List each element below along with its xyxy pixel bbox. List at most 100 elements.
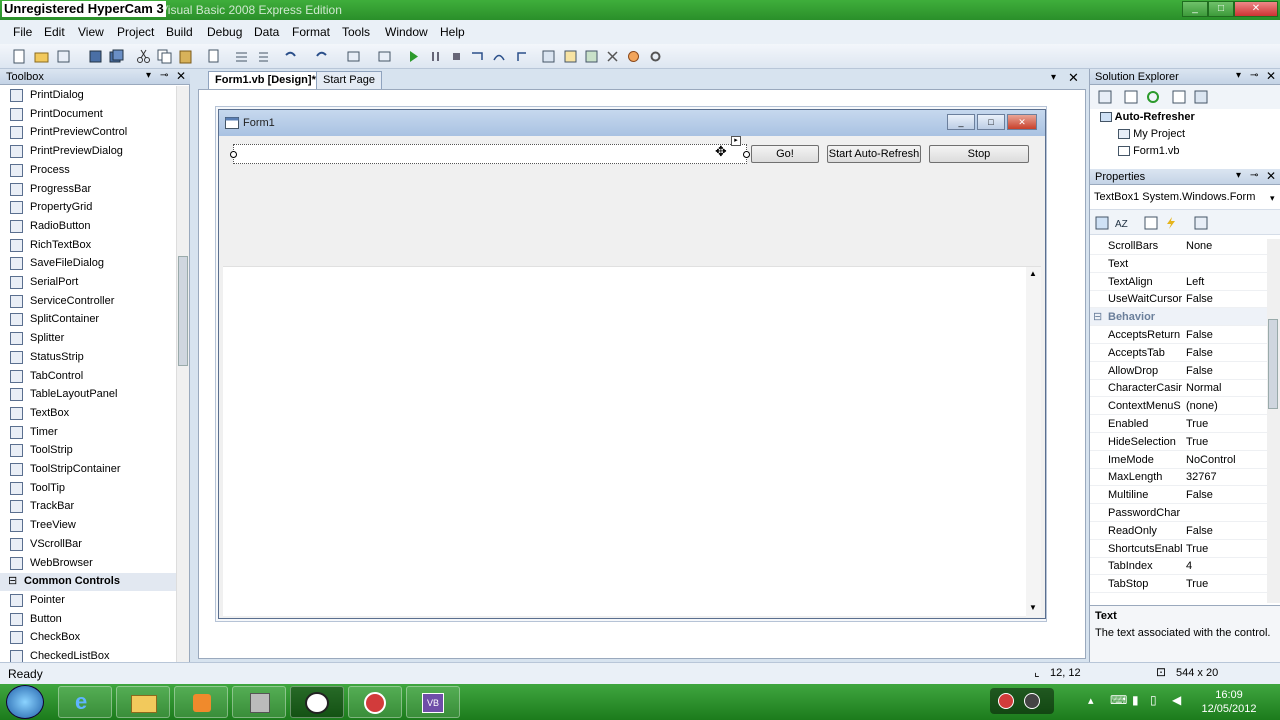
comment-icon[interactable] (234, 49, 249, 64)
close-button[interactable]: ✕ (1234, 1, 1278, 17)
menu-tools[interactable]: Tools (342, 25, 370, 39)
navigate-forward-icon[interactable] (377, 49, 392, 64)
property-row[interactable]: HideSelection True (1090, 433, 1267, 451)
toolbox-item[interactable]: Timer (0, 424, 176, 442)
property-row[interactable]: ShortcutsEnabl True (1090, 540, 1267, 558)
toolbox-item[interactable]: VScrollBar (0, 536, 176, 554)
menu-project[interactable]: Project (117, 25, 154, 39)
collapse-icon[interactable]: ⊟ (8, 574, 17, 587)
property-row[interactable]: ContextMenuS (none) (1090, 397, 1267, 416)
properties-window-icon[interactable] (563, 49, 578, 64)
open-folder-icon[interactable] (34, 49, 49, 64)
property-row[interactable]: AcceptsReturn False (1090, 326, 1267, 344)
toolbox-item[interactable]: PrintDialog (0, 87, 176, 105)
menu-view[interactable]: View (78, 25, 104, 39)
close-solution-explorer-icon[interactable]: ✕ (1266, 69, 1276, 83)
property-row[interactable]: PasswordChar (1090, 504, 1267, 522)
pin-icon[interactable]: ⊸ (1250, 170, 1258, 181)
tray-keyboard-icon[interactable]: ⌨ (1110, 693, 1127, 707)
toolbox-item[interactable]: TreeView (0, 517, 176, 535)
property-value[interactable]: 32767 (1186, 471, 1266, 483)
toolbox-item[interactable]: TextBox (0, 405, 176, 423)
property-value[interactable]: False (1186, 293, 1266, 305)
property-row[interactable]: UseWaitCursor False (1090, 290, 1267, 309)
form1-window[interactable]: Form1 _ □ ✕ ✥ ▸ Go! Start Auto-Refresh S… (218, 109, 1046, 619)
property-value[interactable]: None (1186, 240, 1266, 252)
resize-handle-right[interactable] (743, 151, 750, 158)
toolbox-item[interactable]: StatusStrip (0, 349, 176, 367)
menu-debug[interactable]: Debug (207, 25, 242, 39)
property-row[interactable]: ReadOnly False (1090, 522, 1267, 540)
menu-build[interactable]: Build (166, 25, 193, 39)
window-title-bar[interactable]: Visual Basic 2008 Express Edition Unregi… (0, 0, 1280, 20)
toolbox-item[interactable]: ServiceController (0, 293, 176, 311)
pin-icon[interactable]: ⊸ (160, 70, 168, 81)
properties-icon[interactable] (1098, 90, 1112, 104)
start-page-icon[interactable] (626, 49, 641, 64)
chevron-down-icon[interactable]: ▾ (1270, 193, 1275, 204)
property-value[interactable]: Normal (1186, 382, 1266, 394)
toolbox-item[interactable]: SplitContainer (0, 311, 176, 329)
solution-explorer-icon[interactable] (541, 49, 556, 64)
menu-window[interactable]: Window (385, 25, 428, 39)
web-browser-scrollbar[interactable]: ▲ ▼ (1026, 267, 1041, 617)
taskbar-media-player[interactable] (174, 686, 228, 718)
property-row[interactable]: TabStop True (1090, 575, 1267, 594)
tab-form1-design[interactable]: Form1.vb [Design]* (208, 71, 323, 89)
save-all-icon[interactable] (109, 49, 124, 64)
toolbox-item[interactable]: ProgressBar (0, 181, 176, 199)
property-row[interactable]: AllowDrop False (1090, 362, 1267, 380)
start-debugging-icon[interactable] (406, 49, 421, 64)
property-row[interactable]: TextAlign Left (1090, 273, 1267, 291)
toolbox-category-common-controls[interactable]: ⊟ Common Controls (0, 573, 176, 592)
resize-handle-left[interactable] (230, 151, 237, 158)
toolbox-item[interactable]: Process (0, 162, 176, 180)
taskbar-messenger[interactable] (290, 686, 344, 718)
step-over-icon[interactable] (492, 49, 507, 64)
toolbox-item[interactable]: WebBrowser (0, 555, 176, 573)
scroll-up-icon[interactable]: ▲ (1029, 269, 1037, 278)
dropdown-arrow-icon[interactable]: ▾ (146, 70, 151, 81)
property-value[interactable]: Left (1186, 276, 1266, 288)
toolbox-item[interactable]: ToolTip (0, 480, 176, 498)
menu-file[interactable]: File (13, 25, 32, 39)
taskbar-file-explorer[interactable] (116, 686, 170, 718)
toolbox-item[interactable]: PrintDocument (0, 106, 176, 124)
property-value[interactable]: False (1186, 329, 1266, 341)
toolbox-item[interactable]: CheckBox (0, 629, 176, 647)
toolbox-item[interactable]: SerialPort (0, 274, 176, 292)
find-icon[interactable] (207, 49, 222, 64)
property-value[interactable]: NoControl (1186, 454, 1266, 466)
close-toolbox-icon[interactable]: ✕ (176, 69, 186, 83)
scroll-thumb[interactable] (1268, 319, 1278, 409)
redo-icon[interactable] (314, 49, 329, 64)
tab-list-icon[interactable]: ▾ (1051, 72, 1056, 83)
recording-controls[interactable] (990, 688, 1054, 714)
property-row[interactable]: Text (1090, 255, 1267, 273)
property-value[interactable]: True (1186, 418, 1266, 430)
property-row[interactable]: ScrollBars None (1090, 237, 1267, 255)
tree-form1[interactable]: Form1.vb (1118, 145, 1180, 157)
property-row[interactable]: CharacterCasir Normal (1090, 379, 1267, 398)
events-lightning-icon[interactable] (1164, 216, 1178, 230)
taskbar-clock[interactable]: 16:09 12/05/2012 (1194, 688, 1264, 716)
tree-project[interactable]: Auto-Refresher (1100, 111, 1195, 123)
property-value[interactable]: False (1186, 365, 1266, 377)
property-row[interactable]: MaxLength 32767 (1090, 468, 1267, 487)
toolbox-item[interactable]: ToolStrip (0, 442, 176, 460)
property-row[interactable]: ImeMode NoControl (1090, 451, 1267, 469)
close-tab-icon[interactable]: ✕ (1068, 70, 1079, 86)
paste-icon[interactable] (178, 49, 193, 64)
undo-icon[interactable] (283, 49, 298, 64)
object-selector[interactable]: TextBox1 System.Windows.Form (1094, 191, 1278, 203)
property-value[interactable]: False (1186, 525, 1266, 537)
minimize-button[interactable]: _ (1182, 1, 1208, 17)
tab-start-page[interactable]: Start Page (316, 71, 382, 89)
toolbox-item[interactable]: CheckedListBox (0, 648, 176, 662)
stop-button[interactable]: Stop (929, 145, 1029, 163)
step-into-icon[interactable] (470, 49, 485, 64)
tray-volume-icon[interactable]: ◀ (1172, 693, 1181, 707)
step-out-icon[interactable] (514, 49, 529, 64)
property-pages-icon[interactable] (1194, 216, 1208, 230)
dropdown-arrow-icon[interactable]: ▾ (1236, 170, 1241, 181)
